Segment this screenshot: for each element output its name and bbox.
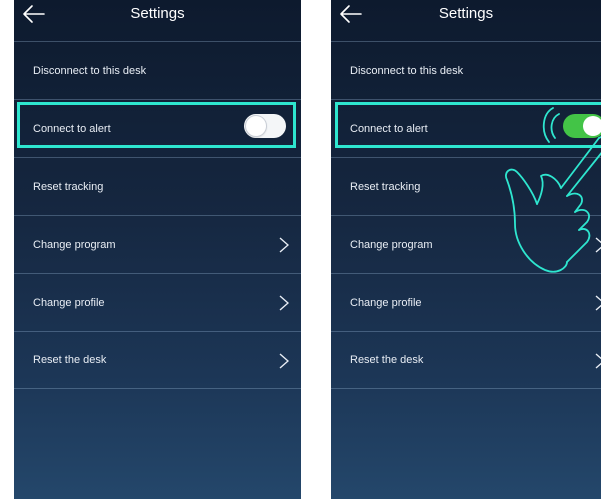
settings-screen-before: Settings Disconnect to this desk Connect… bbox=[14, 0, 301, 499]
menu-item-label: Connect to alert bbox=[33, 122, 111, 135]
chevron-right-icon bbox=[279, 237, 289, 253]
header: Settings bbox=[331, 0, 601, 40]
arrow-left-icon[interactable] bbox=[22, 4, 46, 24]
menu-item-label: Reset tracking bbox=[33, 180, 104, 193]
chevron-right-icon bbox=[595, 295, 601, 311]
chevron-right-icon bbox=[279, 295, 289, 311]
menu-item-label: Change program bbox=[33, 238, 116, 251]
menu-item-change-program[interactable]: Change program bbox=[331, 215, 601, 273]
menu-item-connect-alert[interactable]: Connect to alert bbox=[331, 99, 601, 157]
menu-item-label: Connect to alert bbox=[350, 122, 428, 135]
alert-toggle-on[interactable] bbox=[563, 114, 601, 138]
header: Settings bbox=[14, 0, 301, 40]
menu-item-label: Reset the desk bbox=[33, 354, 107, 366]
arrow-left-icon[interactable] bbox=[339, 4, 363, 24]
chevron-right-icon bbox=[595, 353, 601, 369]
menu-item-label: Change profile bbox=[350, 296, 422, 309]
page-title: Settings bbox=[130, 5, 185, 22]
menu-item-reset-tracking[interactable]: Reset tracking bbox=[331, 157, 601, 215]
toggle-knob bbox=[246, 116, 266, 136]
menu-item-label: Disconnect to this desk bbox=[33, 64, 147, 77]
menu-item-reset-desk[interactable]: Reset the desk bbox=[331, 331, 601, 389]
alert-toggle-off[interactable] bbox=[244, 114, 286, 138]
menu-item-label: Change profile bbox=[33, 296, 105, 309]
menu-item-change-profile[interactable]: Change profile bbox=[331, 273, 601, 331]
menu-item-disconnect-desk[interactable]: Disconnect to this desk bbox=[14, 41, 301, 99]
chevron-right-icon bbox=[595, 237, 601, 253]
menu-item-label: Reset the desk bbox=[350, 354, 424, 366]
menu-item-label: Reset tracking bbox=[350, 180, 421, 193]
menu-item-disconnect-desk[interactable]: Disconnect to this desk bbox=[331, 41, 601, 99]
menu-item-reset-tracking[interactable]: Reset tracking bbox=[14, 157, 301, 215]
toggle-knob bbox=[583, 116, 601, 136]
menu-item-label: Disconnect to this desk bbox=[350, 64, 464, 77]
menu-item-label: Change program bbox=[350, 238, 433, 251]
chevron-right-icon bbox=[279, 353, 289, 369]
menu-item-reset-desk[interactable]: Reset the desk bbox=[14, 331, 301, 389]
settings-screen-after: Settings Disconnect to this desk Connect… bbox=[331, 0, 601, 499]
menu-item-change-program[interactable]: Change program bbox=[14, 215, 301, 273]
page-title: Settings bbox=[438, 5, 494, 22]
menu-item-change-profile[interactable]: Change profile bbox=[14, 273, 301, 331]
